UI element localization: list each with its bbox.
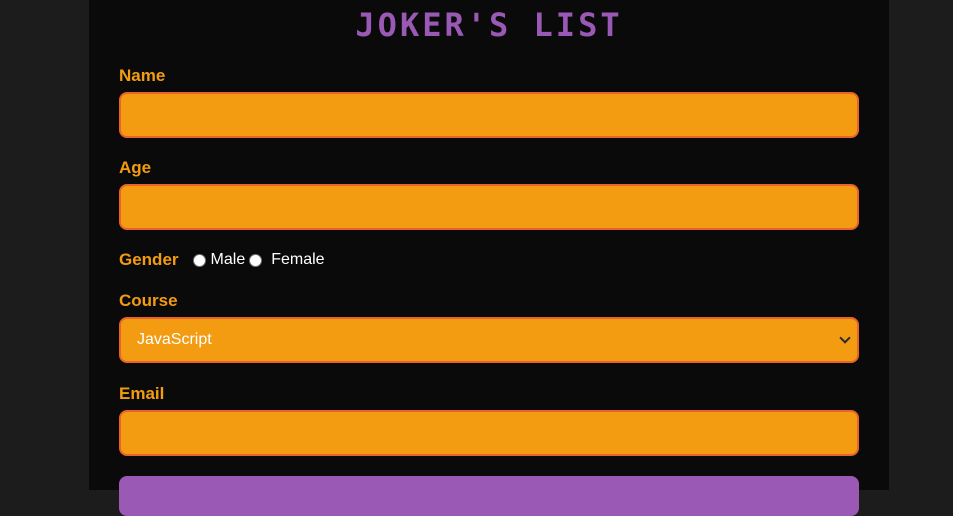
course-select[interactable]: JavaScript bbox=[119, 317, 859, 363]
age-input[interactable] bbox=[119, 184, 859, 230]
form-panel: JOKER'S LIST Name Age Gender Male Female… bbox=[89, 0, 889, 516]
email-input[interactable] bbox=[119, 410, 859, 456]
male-radio-label: Male bbox=[210, 251, 246, 268]
course-label: Course bbox=[119, 291, 178, 310]
chevron-down-icon bbox=[839, 332, 851, 344]
gender-row: Gender Male Female bbox=[119, 250, 329, 270]
submit-button[interactable] bbox=[119, 476, 859, 516]
female-radio[interactable] bbox=[249, 253, 263, 267]
gender-label: Gender bbox=[119, 250, 179, 269]
female-radio-label: Female bbox=[271, 251, 325, 268]
page-title: JOKER'S LIST bbox=[355, 6, 623, 44]
male-radio[interactable] bbox=[192, 253, 206, 267]
name-label: Name bbox=[119, 66, 166, 85]
course-selected-value: JavaScript bbox=[137, 331, 212, 348]
age-label: Age bbox=[119, 158, 152, 177]
email-label: Email bbox=[119, 384, 165, 403]
name-input[interactable] bbox=[119, 92, 859, 138]
